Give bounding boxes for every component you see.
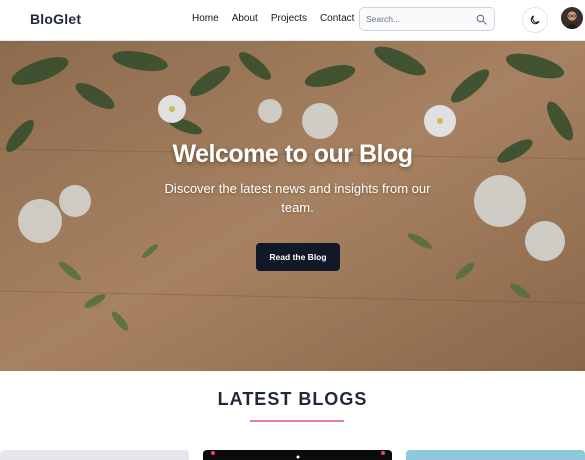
user-avatar[interactable] [561, 7, 583, 29]
nav-projects[interactable]: Projects [271, 13, 307, 24]
hero-section: Welcome to our Blog Discover the latest … [0, 41, 585, 371]
search-input[interactable] [360, 14, 470, 24]
blog-card-image [203, 451, 392, 460]
hero-title: Welcome to our Blog [172, 140, 413, 168]
search-icon[interactable] [475, 13, 488, 26]
avatar-image [561, 7, 583, 29]
theme-toggle-button[interactable] [522, 7, 548, 33]
moon-icon [530, 15, 540, 25]
main-nav: Home About Projects Contact [192, 13, 367, 24]
nav-home[interactable]: Home [192, 13, 219, 24]
blog-card[interactable] [406, 450, 585, 460]
latest-blogs-heading: LATEST BLOGS [217, 389, 368, 409]
blog-card[interactable] [0, 450, 189, 460]
nav-contact[interactable]: Contact [320, 13, 354, 24]
nav-about[interactable]: About [232, 13, 258, 24]
top-navbar: BloGlet Home About Projects Contact [0, 0, 585, 41]
hero-subtitle: Discover the latest news and insights fr… [164, 181, 431, 215]
heading-underline [250, 420, 344, 422]
read-blog-button[interactable]: Read the Blog [256, 243, 340, 271]
site-brand[interactable]: BloGlet [30, 11, 81, 27]
blog-card[interactable] [203, 450, 392, 460]
search-box [359, 7, 495, 31]
